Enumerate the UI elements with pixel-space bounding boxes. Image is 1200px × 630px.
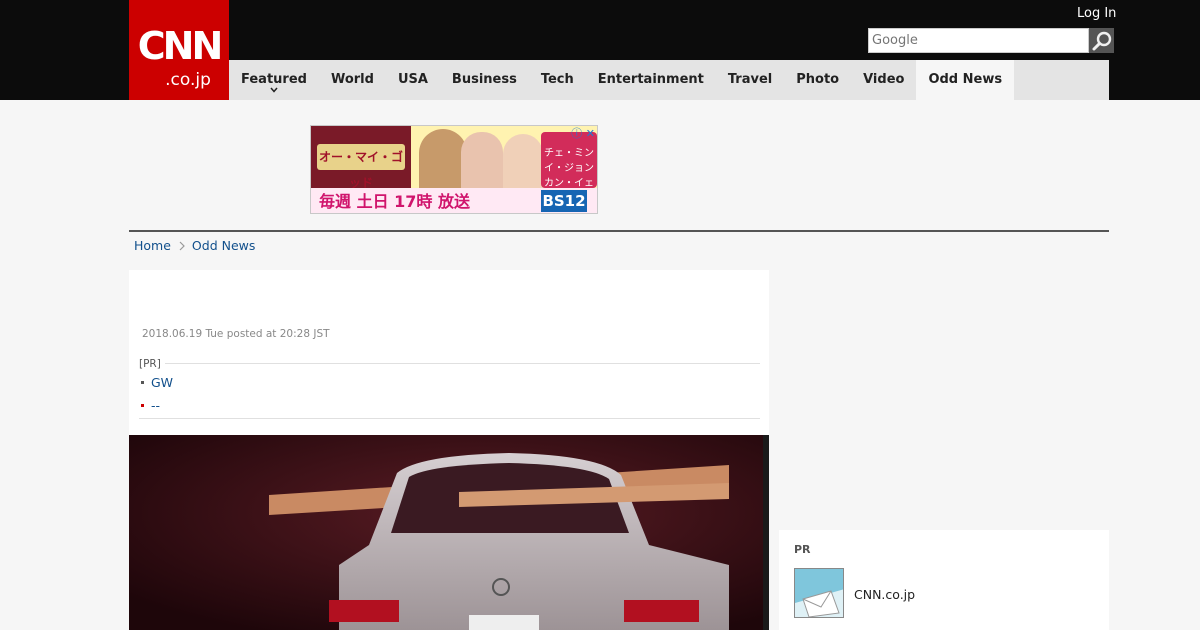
pr-link-text: GW xyxy=(151,375,174,390)
car-photo-illustration xyxy=(129,435,769,630)
sidebar-pr-label: PR xyxy=(794,543,811,556)
logo-sub-text: .co.jp xyxy=(165,70,211,90)
breadcrumb-current[interactable]: Odd News xyxy=(192,238,255,253)
nav-business[interactable]: Business xyxy=(440,60,529,100)
ad-person-image xyxy=(461,132,503,190)
ad-close-icon[interactable]: ⓘ ✕ xyxy=(569,127,595,141)
pr-link[interactable]: -- xyxy=(141,398,160,413)
search-input[interactable] xyxy=(868,28,1089,53)
breadcrumb-home[interactable]: Home xyxy=(134,238,171,253)
article-photo[interactable] xyxy=(129,435,769,630)
main-nav: Featured World USA Business Tech Enterta… xyxy=(229,60,1109,100)
nav-world[interactable]: World xyxy=(319,60,386,100)
bullet-icon xyxy=(141,404,144,407)
nav-video[interactable]: Video xyxy=(851,60,916,100)
pr-link-text: -- xyxy=(151,398,161,413)
chevron-right-icon xyxy=(179,241,185,250)
ad-banner[interactable]: オー・マイ・ゴッド チェ・ミン イ・ジョン カン・イェウォン 出演 毎週 土日 … xyxy=(310,125,598,214)
sidebar-pr-box: PR CNN.co.jp xyxy=(779,530,1109,630)
nav-photo[interactable]: Photo xyxy=(784,60,851,100)
nav-odd-news[interactable]: Odd News xyxy=(916,60,1015,100)
ad-channel-logo: BS12 xyxy=(541,190,587,212)
pr-label: [PR] xyxy=(139,358,161,370)
article-card: 2018.06.19 Tue posted at 20:28 JST [PR] … xyxy=(129,270,769,436)
cnn-logo[interactable]: CNN .co.jp xyxy=(129,0,229,100)
login-link[interactable]: Log In xyxy=(1077,6,1116,22)
magnifier-icon xyxy=(1092,31,1111,50)
article-date: 2018.06.19 Tue posted at 20:28 JST xyxy=(142,328,330,340)
nav-travel[interactable]: Travel xyxy=(716,60,784,100)
nav-featured-label: Featured xyxy=(241,72,307,87)
ad-person-image xyxy=(503,134,543,190)
ad-title: オー・マイ・ゴッド xyxy=(317,144,405,190)
nav-tech[interactable]: Tech xyxy=(529,60,586,100)
chevron-down-icon xyxy=(270,87,278,93)
pr-divider xyxy=(139,418,760,419)
ad-person-image xyxy=(419,129,467,189)
pr-divider xyxy=(165,363,760,364)
search-button[interactable] xyxy=(1089,28,1114,53)
pr-link[interactable]: GW xyxy=(141,375,173,390)
nav-featured[interactable]: Featured xyxy=(229,60,319,100)
sidebar-pr-text[interactable]: CNN.co.jp xyxy=(854,587,915,602)
bullet-icon xyxy=(141,381,144,384)
mail-thumbnail[interactable] xyxy=(794,568,844,618)
nav-usa[interactable]: USA xyxy=(386,60,440,100)
envelope-icon xyxy=(795,569,843,617)
breadcrumb: Home Odd News xyxy=(134,238,255,253)
logo-main-text: CNN xyxy=(137,24,224,68)
nav-entertainment[interactable]: Entertainment xyxy=(586,60,716,100)
section-divider xyxy=(129,230,1109,232)
